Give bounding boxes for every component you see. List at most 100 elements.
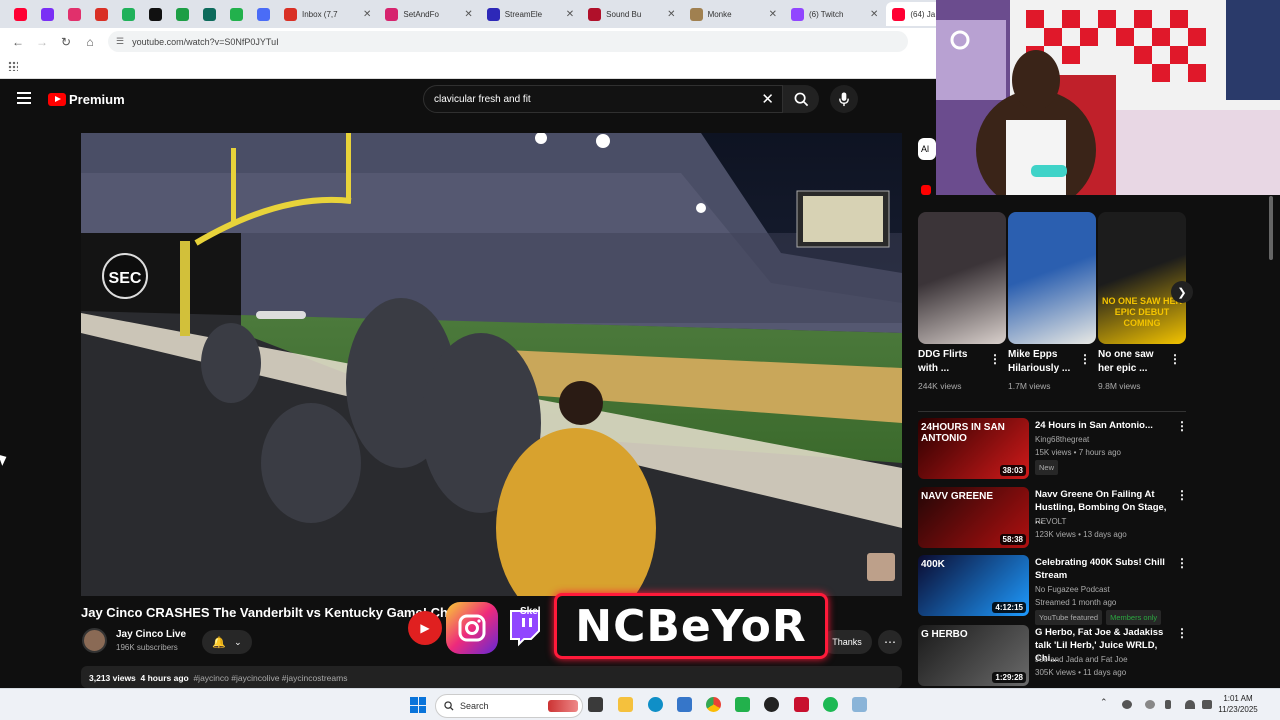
- rec-title[interactable]: Celebrating 400K Subs! Chill Stream: [1035, 556, 1173, 582]
- browser-tab[interactable]: [170, 2, 195, 26]
- browser-tab[interactable]: [89, 2, 114, 26]
- wifi-icon[interactable]: [1185, 700, 1195, 709]
- browser-tab[interactable]: StreamEle ✕: [481, 2, 580, 26]
- mic-icon[interactable]: [1165, 700, 1171, 709]
- tray-app-icon-2[interactable]: [1145, 700, 1155, 709]
- taskbar-search[interactable]: Search: [435, 694, 583, 718]
- rec-thumbnail[interactable]: G HERBO 1:29:28: [918, 625, 1029, 686]
- channel-avatar[interactable]: [82, 628, 107, 653]
- browser-tab[interactable]: [197, 2, 222, 26]
- rec-more-icon[interactable]: ⋮: [1176, 556, 1188, 570]
- overlay-partial-text: Skel: [520, 606, 541, 617]
- rec-channel[interactable]: REVOLT: [1035, 515, 1066, 528]
- windows-start-icon[interactable]: [410, 697, 426, 713]
- shorts-next-button[interactable]: ❯: [1171, 281, 1193, 303]
- close-tab-icon[interactable]: ✕: [464, 9, 472, 20]
- sidebar-scrollbar[interactable]: [1268, 195, 1274, 685]
- obs-icon[interactable]: [764, 697, 779, 712]
- close-tab-icon[interactable]: ✕: [566, 9, 574, 20]
- short-thumbnail[interactable]: [1008, 212, 1096, 344]
- file-explorer-icon[interactable]: [618, 697, 633, 712]
- thanks-button[interactable]: Thanks: [822, 630, 872, 654]
- rec-channel[interactable]: King68thegreat: [1035, 433, 1089, 446]
- short-title[interactable]: Mike Epps Hilariously ...: [1008, 348, 1080, 376]
- app-window-icon[interactable]: [852, 697, 867, 712]
- close-tab-icon[interactable]: ✕: [769, 9, 777, 20]
- edge-icon[interactable]: [648, 697, 663, 712]
- browser-tab[interactable]: (64) Ja✕: [886, 2, 936, 26]
- reload-icon[interactable]: ↻: [54, 35, 78, 49]
- rec-channel[interactable]: No Fugazee Podcast: [1035, 583, 1110, 596]
- browser-tab[interactable]: [8, 2, 33, 26]
- close-tab-icon[interactable]: ✕: [667, 9, 675, 20]
- rec-more-icon[interactable]: ⋮: [1176, 419, 1188, 433]
- search-input[interactable]: clavicular fresh and fit ✕: [423, 85, 783, 113]
- app-red-icon[interactable]: [794, 697, 809, 712]
- tab-label: Inbox (7,7: [302, 9, 338, 19]
- url-field[interactable]: ☰ youtube.com/watch?v=S0NfP0JYTuI: [108, 31, 908, 52]
- volume-icon[interactable]: [1202, 700, 1212, 709]
- mouse-cursor: [0, 452, 9, 466]
- view-count: 3,213 views: [89, 673, 136, 683]
- system-clock[interactable]: 1:01 AM 11/23/2025: [1218, 693, 1258, 715]
- chevron-up-icon[interactable]: ⌃: [1100, 697, 1110, 707]
- rec-thumbnail[interactable]: 400K 4:12:15: [918, 555, 1029, 616]
- home-icon[interactable]: ⌂: [78, 35, 102, 49]
- description-box[interactable]: 3,213 views 4 hours ago #jaycinco #jayci…: [81, 666, 902, 688]
- forward-icon[interactable]: →: [30, 35, 54, 49]
- chevron-down-icon: ⌄: [234, 636, 242, 647]
- chrome-icon[interactable]: [706, 697, 721, 712]
- browser-tab[interactable]: [35, 2, 60, 26]
- browser-tab[interactable]: [143, 2, 168, 26]
- short-thumbnail[interactable]: [918, 212, 1006, 344]
- chip-all[interactable]: Al: [918, 138, 936, 160]
- back-icon[interactable]: ←: [6, 35, 30, 49]
- rec-more-icon[interactable]: ⋮: [1176, 626, 1188, 640]
- browser-tab[interactable]: [116, 2, 141, 26]
- task-view-icon[interactable]: [588, 697, 603, 712]
- apps-grid-icon[interactable]: [8, 61, 18, 71]
- app-green-icon[interactable]: [735, 697, 750, 712]
- browser-tab[interactable]: [224, 2, 249, 26]
- voice-search-button[interactable]: [830, 85, 858, 113]
- browser-tab[interactable]: Sound Bu ✕: [582, 2, 681, 26]
- short-title[interactable]: No one saw her epic ...: [1098, 348, 1170, 376]
- browser-tab[interactable]: Monke ✕: [684, 2, 783, 26]
- more-actions-button[interactable]: ⋯: [878, 630, 902, 654]
- rec-thumbnail[interactable]: NAVV GREENE 58:38: [918, 487, 1029, 548]
- instagram-icon: [446, 602, 498, 654]
- notification-bell-button[interactable]: 🔔 ⌄: [202, 630, 252, 654]
- browser-tab[interactable]: [62, 2, 87, 26]
- browser-tab[interactable]: SetAndFo ✕: [379, 2, 478, 26]
- short-views: 244K views: [918, 381, 962, 391]
- browser-tab[interactable]: (6) Twitch ✕: [785, 2, 884, 26]
- youtube-premium-logo[interactable]: Premium: [48, 92, 125, 107]
- browser-tab[interactable]: [251, 2, 276, 26]
- rec-title[interactable]: 24 Hours in San Antonio...: [1035, 419, 1173, 432]
- tab-favicon-icon: [892, 7, 906, 21]
- search-button[interactable]: [783, 85, 819, 113]
- tab-label: SetAndFo: [403, 9, 439, 19]
- channel-name[interactable]: Jay Cinco Live: [116, 629, 186, 640]
- short-more-icon[interactable]: ⋮: [989, 352, 1001, 366]
- close-icon[interactable]: ✕: [761, 90, 774, 108]
- youtube-icon: ▶: [408, 611, 442, 645]
- tray-app-icon[interactable]: [1122, 700, 1132, 709]
- rec-channel[interactable]: Joe and Jada and Fat Joe: [1035, 653, 1128, 666]
- close-tab-icon[interactable]: ✕: [870, 9, 878, 20]
- video-player[interactable]: SEC: [81, 133, 902, 596]
- video-duration: 58:38: [999, 534, 1026, 545]
- short-title[interactable]: DDG Flirts with ...: [918, 348, 990, 376]
- browser-tab[interactable]: Inbox (7,7 ✕: [278, 2, 377, 26]
- spotify-icon[interactable]: [823, 697, 838, 712]
- site-info-icon[interactable]: ☰: [116, 36, 124, 47]
- store-icon[interactable]: [677, 697, 692, 712]
- short-more-icon[interactable]: ⋮: [1079, 352, 1091, 366]
- rec-more-icon[interactable]: ⋮: [1176, 488, 1188, 502]
- short-more-icon[interactable]: ⋮: [1169, 352, 1181, 366]
- short-thumbnail[interactable]: NO ONE SAW HER EPIC DEBUT COMING: [1098, 212, 1186, 344]
- close-tab-icon[interactable]: ✕: [363, 9, 371, 20]
- rec-thumbnail[interactable]: 24HOURS IN SAN ANTONIO 38:03: [918, 418, 1029, 479]
- hamburger-menu-icon[interactable]: [17, 92, 31, 104]
- scrollbar-thumb[interactable]: [1269, 196, 1273, 260]
